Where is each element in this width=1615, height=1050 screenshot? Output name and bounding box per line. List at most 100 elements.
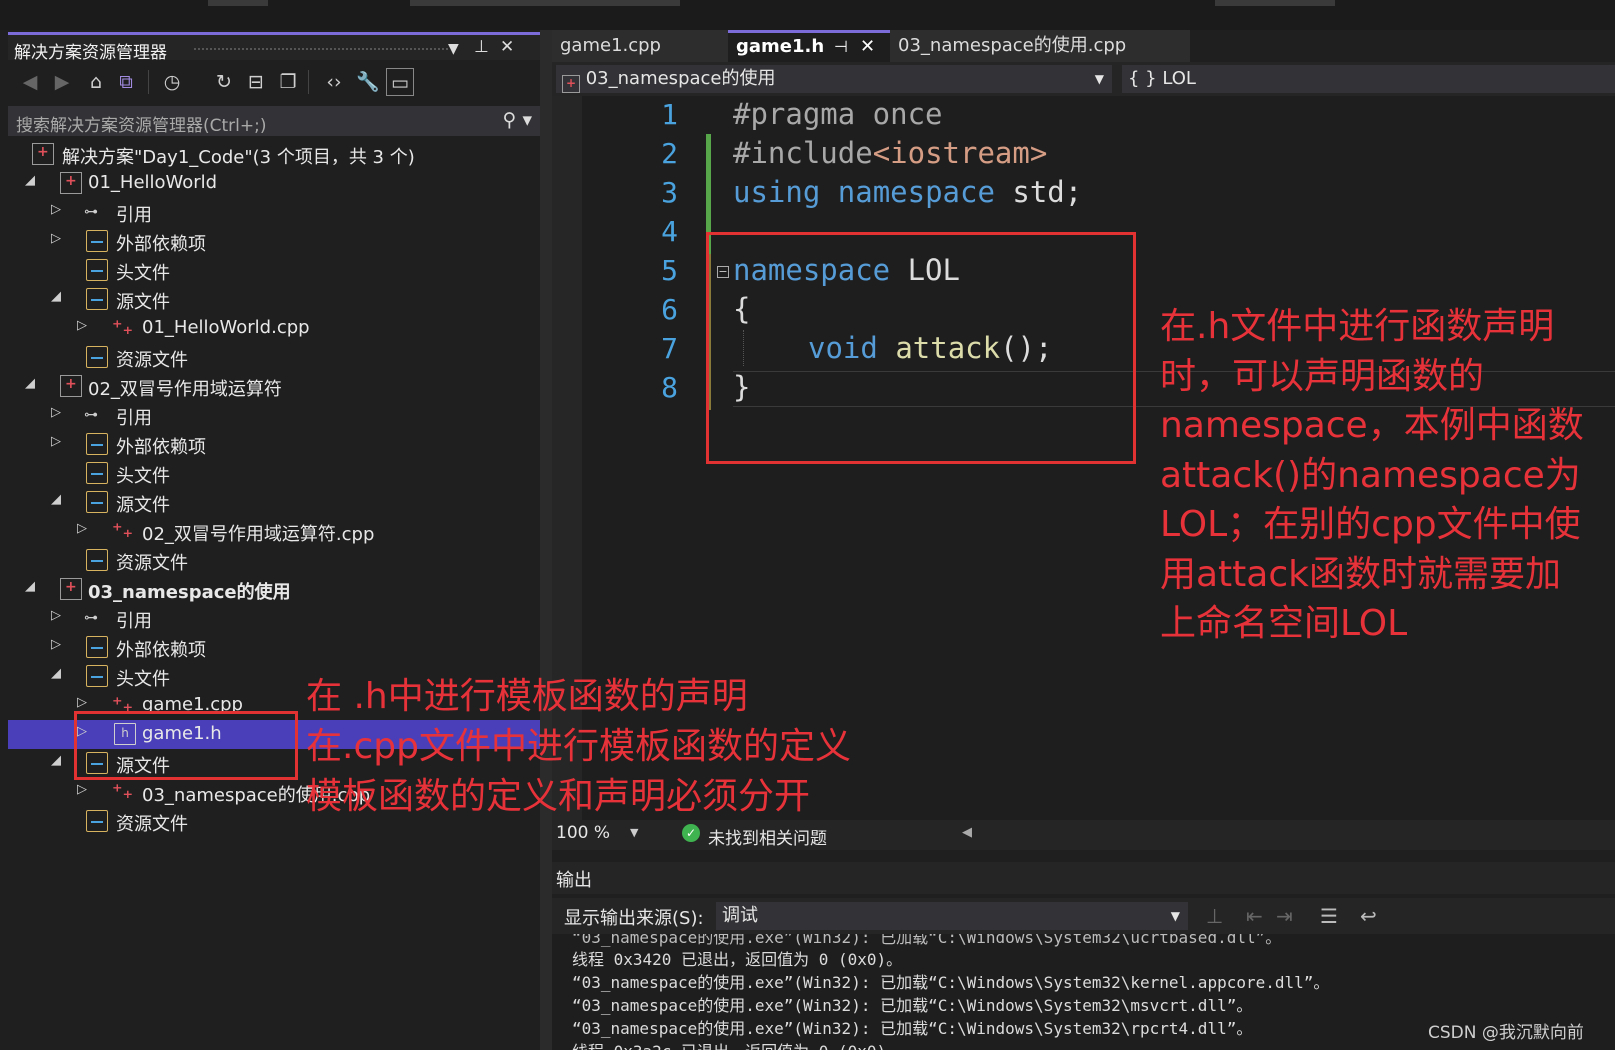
collapsed-arrow-icon[interactable]: ▷	[48, 434, 64, 449]
line-number: 6	[661, 293, 678, 326]
external-deps-icon	[86, 433, 108, 455]
dropdown-icon[interactable]: ▼	[448, 41, 459, 57]
word-wrap-icon[interactable]: ↩	[1360, 904, 1377, 928]
scroll-left-icon[interactable]: ◀	[962, 825, 972, 840]
tree-item-label: 01_HelloWorld.cpp	[142, 317, 310, 338]
collapsed-arrow-icon[interactable]: ▷	[74, 695, 90, 710]
tree-item-project[interactable]: ◢ 01_HelloWorld	[8, 169, 540, 198]
output-source-label: 显示输出来源(S):	[564, 908, 704, 929]
tab-label: game1.h	[736, 36, 825, 57]
expanded-arrow-icon[interactable]: ◢	[48, 492, 64, 507]
vs-switch-icon[interactable]: ⧉	[112, 68, 140, 96]
annotation-line: 上命名空间LOL	[1160, 603, 1408, 644]
toolbar-separator	[308, 70, 309, 94]
expanded-arrow-icon[interactable]: ◢	[22, 173, 38, 188]
annotation-line: 在 .h中进行模板函数的声明	[306, 676, 748, 717]
output-line: “03_namespace的使用.exe”(Win32): 已加载“C:\Win…	[572, 973, 1330, 992]
tree-item-references[interactable]: ▷ ⊶ 引用	[8, 604, 540, 633]
solution-explorer-toolbar: ◀ ▶ ⌂ ⧉ ◷ ↻ ⊟ ❐ ‹› 🔧 ▭	[8, 62, 540, 102]
tree-item-external-deps[interactable]: ▷ 外部依赖项	[8, 227, 540, 256]
tree-item-file[interactable]: ▷ ⁺₊ 01_HelloWorld.cpp	[8, 314, 540, 343]
drag-handle[interactable]	[194, 48, 448, 54]
search-icon[interactable]: ⚲ ▾	[503, 109, 533, 131]
pin-icon[interactable]: ⊥	[474, 37, 489, 57]
collapsed-arrow-icon[interactable]: ▷	[74, 521, 90, 536]
collapsed-arrow-icon[interactable]: ▷	[48, 202, 64, 217]
tree-item-external-deps[interactable]: ▷ 外部依赖项	[8, 633, 540, 662]
tree-item-folder[interactable]: ◢ 源文件	[8, 488, 540, 517]
output-source-select[interactable]: 调试 ▼	[716, 902, 1188, 930]
preview-icon[interactable]: ▭	[386, 68, 414, 96]
collapsed-arrow-icon[interactable]: ▷	[74, 318, 90, 333]
tree-item-label: 引用	[116, 408, 152, 429]
show-all-icon[interactable]: ❐	[274, 68, 302, 96]
collapsed-arrow-icon[interactable]: ▷	[48, 231, 64, 246]
tree-item-label: 头文件	[116, 669, 170, 690]
tab-label: game1.cpp	[560, 35, 661, 56]
next-message-icon[interactable]: ⇥	[1276, 904, 1293, 928]
tab-label: 03_namespace的使用.cpp	[898, 35, 1127, 56]
external-deps-icon	[86, 230, 108, 252]
reference-icon: ⊶	[84, 204, 98, 220]
output-line: 线程 0x3420 已退出，返回值为 0 (0x0)。	[572, 950, 903, 969]
toolbar-separator	[148, 70, 149, 94]
tab-game1-cpp[interactable]: game1.cpp	[552, 30, 728, 62]
nav-project-label: 03_namespace的使用	[585, 68, 776, 89]
tab-namespace-cpp[interactable]: 03_namespace的使用.cpp	[890, 30, 1190, 62]
tree-item-project[interactable]: ◢ 02_双冒号作用域运算符	[8, 372, 540, 401]
collapsed-arrow-icon[interactable]: ▷	[48, 637, 64, 652]
properties-icon[interactable]: 🔧	[354, 68, 382, 96]
tree-item-project[interactable]: ◢ 03_namespace的使用	[8, 575, 540, 604]
highlight-box-namespace	[706, 232, 1136, 464]
scope-dropdown[interactable]: { } LOL	[1122, 65, 1615, 93]
collapsed-arrow-icon[interactable]: ▷	[74, 782, 90, 797]
tree-item-file[interactable]: ▷ ⁺₊ 02_双冒号作用域运算符.cpp	[8, 517, 540, 546]
refresh-icon[interactable]: ↻	[210, 68, 238, 96]
chevron-down-icon[interactable]: ▼	[630, 826, 638, 839]
close-tab-icon[interactable]: ✕	[860, 33, 875, 61]
tree-item-folder[interactable]: ◢ 源文件	[8, 285, 540, 314]
expanded-arrow-icon[interactable]: ◢	[48, 289, 64, 304]
collapse-icon[interactable]: ⊟	[242, 68, 270, 96]
clear-all-icon[interactable]: ☰	[1320, 904, 1338, 928]
editor-status-bar: 100 % ▼ ✓ 未找到相关问题 ◀	[552, 820, 1615, 850]
tree-item-folder[interactable]: 头文件	[8, 459, 540, 488]
output-source-value: 调试	[722, 905, 758, 926]
forward-icon[interactable]: ▶	[48, 68, 76, 96]
issues-message[interactable]: 未找到相关问题	[708, 824, 827, 849]
solution-search-box[interactable]: 搜索解决方案资源管理器(Ctrl+;) ⚲ ▾	[8, 106, 540, 136]
tree-item-references[interactable]: ▷ ⊶ 引用	[8, 198, 540, 227]
tree-item-folder[interactable]: 资源文件	[8, 546, 540, 575]
expanded-arrow-icon[interactable]: ◢	[48, 666, 64, 681]
project-icon	[60, 172, 82, 194]
panel-splitter[interactable]	[540, 30, 552, 1050]
tree-item-external-deps[interactable]: ▷ 外部依赖项	[8, 430, 540, 459]
collapsed-arrow-icon[interactable]: ▷	[48, 405, 64, 420]
tree-item-folder[interactable]: 资源文件	[8, 343, 540, 372]
tree-item-folder[interactable]: 头文件	[8, 256, 540, 285]
close-icon[interactable]: ✕	[500, 37, 514, 57]
prev-message-icon[interactable]: ⇤	[1246, 904, 1263, 928]
tree-item-solution[interactable]: 解决方案"Day1_Code"(3 个项目，共 3 个)	[8, 140, 540, 169]
tree-item-references[interactable]: ▷ ⊶ 引用	[8, 401, 540, 430]
project-icon	[60, 375, 82, 397]
project-icon	[60, 578, 82, 600]
zoom-level[interactable]: 100 %	[556, 823, 610, 843]
project-dropdown[interactable]: + 03_namespace的使用 ▼	[556, 65, 1112, 93]
annotation-line: 用attack函数时就需要加	[1160, 553, 1561, 595]
expanded-arrow-icon[interactable]: ◢	[22, 376, 38, 391]
collapsed-arrow-icon[interactable]: ▷	[48, 608, 64, 623]
menu-fragment	[1215, 0, 1335, 6]
line-number: 8	[661, 371, 678, 404]
pin-icon[interactable]: ⊣	[834, 33, 848, 61]
history-icon[interactable]: ◷	[158, 68, 186, 96]
solution-explorer-titlebar: 解决方案资源管理器 ▼ ⊥ ✕	[8, 32, 540, 63]
expanded-arrow-icon[interactable]: ◢	[48, 753, 64, 768]
tab-game1-h[interactable]: game1.h ⊣ ✕	[728, 30, 890, 62]
project-icon: +	[562, 75, 580, 93]
back-icon[interactable]: ◀	[16, 68, 44, 96]
code-view-icon[interactable]: ‹›	[320, 68, 348, 96]
expanded-arrow-icon[interactable]: ◢	[22, 579, 38, 594]
find-message-icon[interactable]: ⊥	[1206, 904, 1223, 928]
home-icon[interactable]: ⌂	[82, 68, 110, 96]
